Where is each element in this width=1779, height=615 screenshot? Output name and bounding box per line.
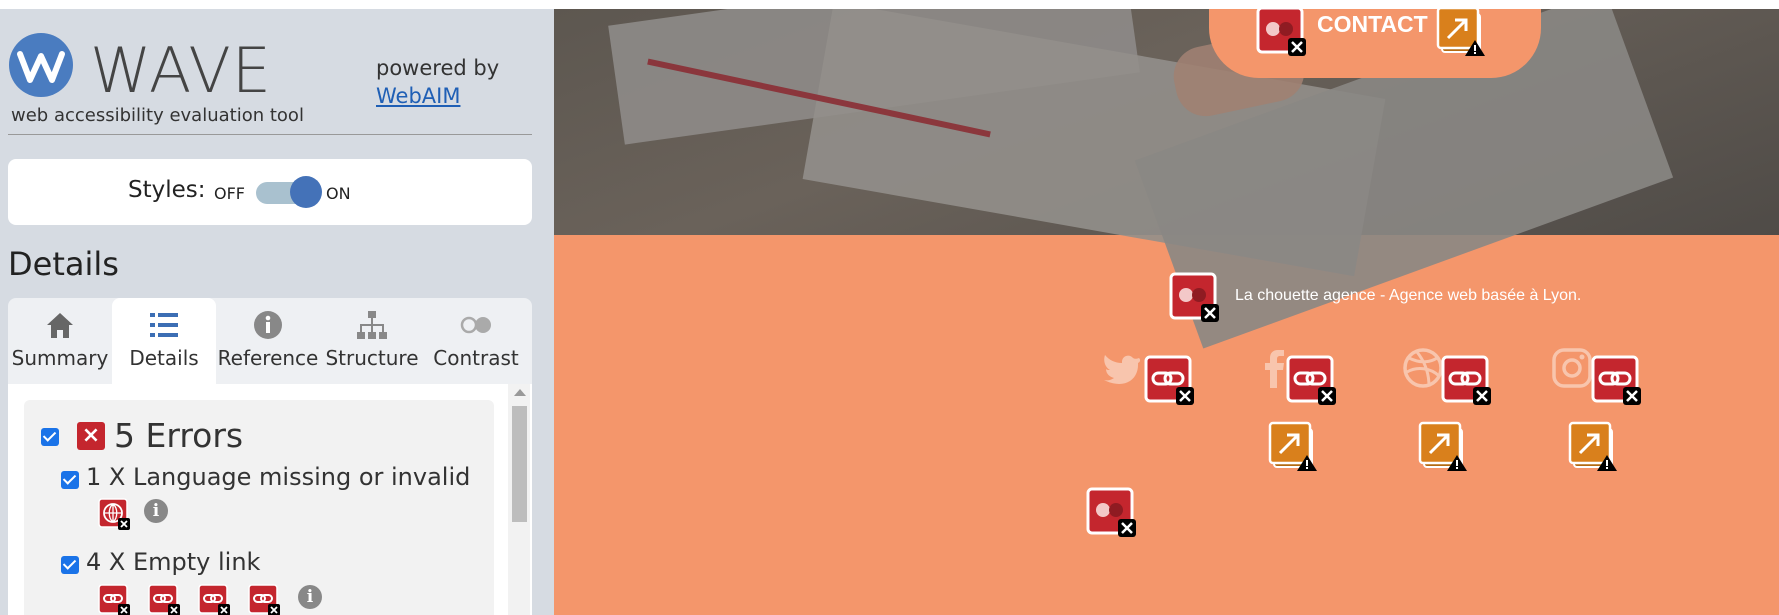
wave-error-icon[interactable] — [1168, 271, 1220, 323]
empty-link-error-icon[interactable] — [98, 584, 130, 615]
tab-label: Reference — [217, 346, 319, 370]
wave-alert-icon[interactable] — [1417, 420, 1469, 472]
scroll-thumb[interactable] — [512, 406, 527, 522]
empty-link-checkbox[interactable] — [61, 556, 79, 574]
contact-button-label[interactable]: CONTACT — [1317, 11, 1428, 38]
wave-empty-link-icon[interactable] — [1590, 354, 1642, 406]
powered-by: powered by WebAIM — [376, 54, 499, 110]
tab-details[interactable]: Details — [112, 298, 216, 384]
errors-checkbox[interactable] — [41, 428, 59, 446]
details-inner: × 5 Errors 1 X Language missing or inval… — [24, 400, 494, 615]
empty-link-info-icon[interactable]: i — [298, 585, 322, 609]
twitter-icon[interactable] — [1099, 348, 1143, 392]
contrast-icon — [460, 316, 491, 334]
wave-subtitle: web accessibility evaluation tool — [11, 105, 304, 126]
empty-link-error-icon[interactable] — [198, 584, 230, 615]
wave-empty-link-icon[interactable] — [1285, 354, 1337, 406]
wave-alert-icon[interactable] — [1567, 420, 1619, 472]
wave-logo-text: WAVE — [90, 34, 272, 107]
wave-empty-link-icon[interactable] — [1440, 354, 1492, 406]
evaluated-page: CONTACT La chouette agence - Agence web … — [554, 9, 1779, 615]
list-icon — [150, 313, 178, 337]
scroll-up-arrow[interactable] — [514, 389, 526, 396]
tagline: La chouette agence - Agence web basée à … — [1235, 287, 1582, 304]
language-error-checkbox[interactable] — [61, 471, 79, 489]
wave-error-icon[interactable] — [1085, 486, 1137, 538]
wave-error-icon[interactable] — [1255, 9, 1307, 57]
divider — [8, 134, 532, 135]
tab-bar: Summary Details Reference Structure Cont… — [8, 298, 532, 384]
tab-label: Summary — [11, 346, 109, 370]
webaim-link[interactable]: WebAIM — [376, 82, 499, 110]
wave-alert-icon[interactable] — [1435, 9, 1487, 57]
home-icon — [47, 313, 73, 338]
tab-label: Contrast — [433, 346, 519, 370]
wave-empty-link-icon[interactable] — [1143, 354, 1195, 406]
styles-toggle-knob[interactable] — [290, 176, 322, 208]
styles-on-label: ON — [326, 184, 351, 203]
language-error-label: 1 X Language missing or invalid — [86, 463, 471, 491]
details-list: × 5 Errors 1 X Language missing or inval… — [8, 384, 532, 615]
tab-label: Details — [129, 346, 199, 370]
empty-link-error-icon[interactable] — [248, 584, 280, 615]
language-error-icon[interactable] — [98, 498, 130, 530]
tab-label: Structure — [325, 346, 419, 370]
empty-link-error-icon[interactable] — [148, 584, 180, 615]
tab-reference[interactable]: Reference — [216, 298, 320, 384]
hierarchy-icon — [357, 311, 387, 339]
hero-image — [554, 9, 1779, 349]
dribbble-icon[interactable] — [1401, 346, 1445, 390]
top-strip — [0, 0, 1779, 9]
errors-title: 5 Errors — [114, 416, 244, 455]
powered-by-label: powered by — [376, 56, 500, 80]
styles-off-label: OFF — [214, 184, 245, 203]
scrollbar[interactable] — [508, 384, 530, 615]
tab-contrast[interactable]: Contrast — [424, 298, 528, 384]
instagram-icon[interactable] — [1550, 346, 1594, 390]
info-icon — [254, 311, 282, 339]
empty-link-label: 4 X Empty link — [86, 548, 261, 576]
language-info-icon[interactable]: i — [144, 499, 168, 523]
wave-alert-icon[interactable] — [1267, 420, 1319, 472]
error-icon: × — [77, 422, 105, 450]
details-heading: Details — [8, 245, 119, 283]
tab-summary[interactable]: Summary — [8, 298, 112, 384]
wave-logo-icon — [9, 33, 73, 97]
styles-label: Styles: — [128, 177, 206, 203]
styles-toggle-box: Styles: OFF ON — [8, 159, 532, 225]
tab-structure[interactable]: Structure — [320, 298, 424, 384]
wave-panel: WAVE web accessibility evaluation tool p… — [0, 9, 554, 615]
